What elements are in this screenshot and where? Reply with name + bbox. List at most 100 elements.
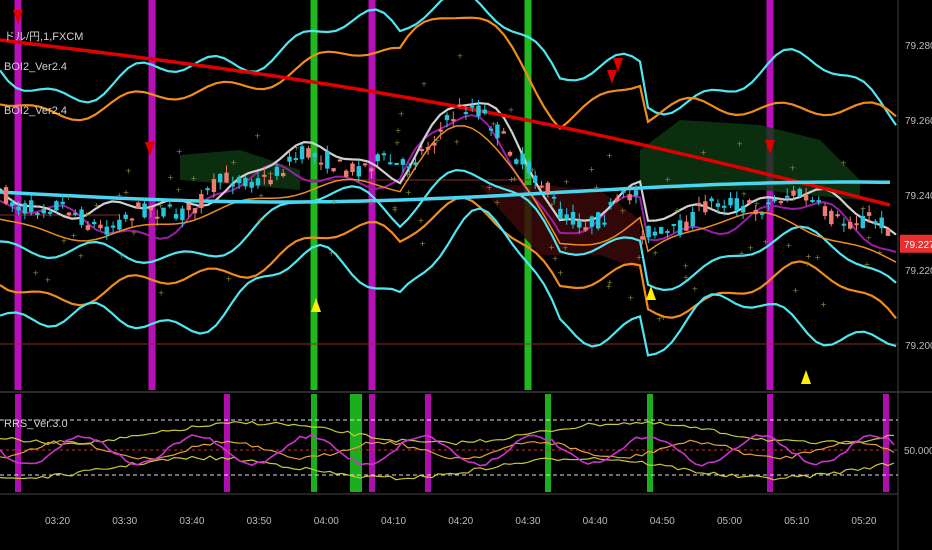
psar-dot-4: + bbox=[747, 243, 754, 252]
candle-139 bbox=[879, 217, 884, 229]
candle-95 bbox=[602, 222, 607, 225]
candle-120 bbox=[759, 212, 765, 215]
candle-8 bbox=[54, 201, 59, 211]
psar-dot-45: + bbox=[682, 262, 689, 271]
psar-dot-77: + bbox=[175, 185, 182, 194]
psar-dot-62: + bbox=[77, 251, 84, 260]
psar-dot-8: + bbox=[762, 238, 769, 247]
price-tag-label: 79.227 bbox=[904, 240, 932, 251]
candle-114 bbox=[722, 205, 727, 208]
psar-dot-9: + bbox=[860, 204, 867, 213]
indicator-label-2: BOI2_Ver2.4 bbox=[4, 105, 67, 117]
candle-48 bbox=[306, 148, 311, 158]
sub-y-tick-label: 50.0000 bbox=[904, 446, 932, 457]
psar-dot-46: + bbox=[563, 178, 570, 187]
candle-22 bbox=[142, 203, 147, 218]
candle-52 bbox=[331, 168, 336, 172]
candle-23 bbox=[148, 207, 154, 211]
psar-dot-34: + bbox=[32, 268, 39, 277]
candle-24 bbox=[155, 216, 160, 219]
candle-65 bbox=[413, 162, 418, 166]
psar-dot-83: + bbox=[656, 314, 663, 323]
candle-70 bbox=[444, 115, 450, 121]
sub-indicator-label: RRS_Ver.3.0 bbox=[4, 418, 68, 430]
psar-dot-30: + bbox=[593, 183, 600, 192]
psar-dot-42: + bbox=[118, 251, 125, 260]
candle-75 bbox=[476, 105, 481, 117]
psar-dot-36: + bbox=[840, 159, 847, 168]
candle-7 bbox=[47, 211, 53, 214]
candle-67 bbox=[425, 147, 431, 150]
y-tick-label: 79.280 bbox=[905, 41, 932, 52]
psar-dot-51: + bbox=[619, 207, 626, 216]
candle-57 bbox=[362, 163, 368, 166]
psar-dot-72: + bbox=[123, 188, 130, 197]
psar-dot-13: + bbox=[404, 170, 411, 179]
candle-31 bbox=[199, 194, 204, 209]
candle-106 bbox=[671, 223, 676, 226]
candle-47 bbox=[299, 146, 305, 160]
candle-98 bbox=[621, 190, 626, 193]
psar-dot-38: + bbox=[866, 233, 873, 242]
x-tick-label: 05:00 bbox=[717, 516, 742, 527]
candle-56 bbox=[356, 166, 361, 177]
candle-4 bbox=[29, 200, 34, 212]
psar-dot-21: + bbox=[453, 138, 460, 147]
psar-dot-31: + bbox=[254, 131, 261, 140]
candle-99 bbox=[627, 194, 632, 201]
x-tick-label: 03:30 bbox=[112, 516, 137, 527]
indicator-label-1: BOI2_Ver2.4 bbox=[4, 61, 67, 73]
candle-111 bbox=[703, 201, 708, 213]
candle-59 bbox=[375, 154, 380, 162]
psar-dot-81: + bbox=[753, 199, 760, 208]
candle-89 bbox=[564, 214, 569, 220]
candle-135 bbox=[854, 223, 859, 226]
psar-dot-6: + bbox=[562, 243, 569, 252]
psar-dot-89: + bbox=[683, 273, 690, 282]
candle-82 bbox=[520, 153, 525, 165]
psar-dot-29: + bbox=[116, 191, 123, 200]
candle-35 bbox=[224, 172, 229, 183]
psar-dot-19: + bbox=[83, 210, 90, 219]
psar-dot-7: + bbox=[398, 110, 405, 119]
candle-123 bbox=[778, 201, 784, 204]
candle-26 bbox=[167, 204, 172, 207]
candle-3 bbox=[22, 203, 28, 214]
candle-110 bbox=[696, 202, 702, 206]
candle-60 bbox=[381, 153, 387, 156]
x-tick-label: 04:30 bbox=[515, 516, 540, 527]
psar-dot-32: + bbox=[674, 206, 681, 215]
candle-63 bbox=[400, 159, 406, 165]
x-tick-label: 04:20 bbox=[448, 516, 473, 527]
psar-dot-79: + bbox=[529, 166, 536, 175]
sub-highlight-bar-0 bbox=[15, 394, 21, 492]
candle-84 bbox=[533, 175, 538, 183]
psar-dot-47: + bbox=[820, 300, 827, 309]
candle-0 bbox=[3, 187, 9, 204]
psar-dot-17: + bbox=[549, 201, 556, 210]
cloud-red-1 bbox=[480, 185, 640, 270]
candle-34 bbox=[218, 173, 223, 183]
candle-129 bbox=[816, 200, 821, 203]
psar-dot-2: + bbox=[606, 151, 613, 160]
candle-39 bbox=[249, 181, 254, 188]
psar-dot-55: + bbox=[167, 173, 174, 182]
psar-dot-75: + bbox=[636, 253, 643, 262]
psar-dot-80: + bbox=[494, 198, 501, 207]
candle-71 bbox=[451, 119, 456, 122]
candle-102 bbox=[646, 225, 651, 238]
candle-54 bbox=[344, 170, 349, 177]
candle-127 bbox=[803, 195, 809, 201]
candle-20 bbox=[129, 218, 135, 221]
candle-104 bbox=[659, 227, 664, 234]
psar-dot-66: + bbox=[785, 241, 792, 250]
sell-arrow-3 bbox=[613, 58, 623, 72]
candle-14 bbox=[92, 221, 97, 225]
x-tick-label: 05:10 bbox=[784, 516, 809, 527]
x-tick-label: 03:50 bbox=[247, 516, 272, 527]
candle-53 bbox=[337, 159, 343, 162]
psar-dot-61: + bbox=[394, 139, 401, 148]
candle-28 bbox=[180, 208, 185, 221]
candle-76 bbox=[482, 109, 487, 114]
candle-13 bbox=[85, 225, 91, 230]
